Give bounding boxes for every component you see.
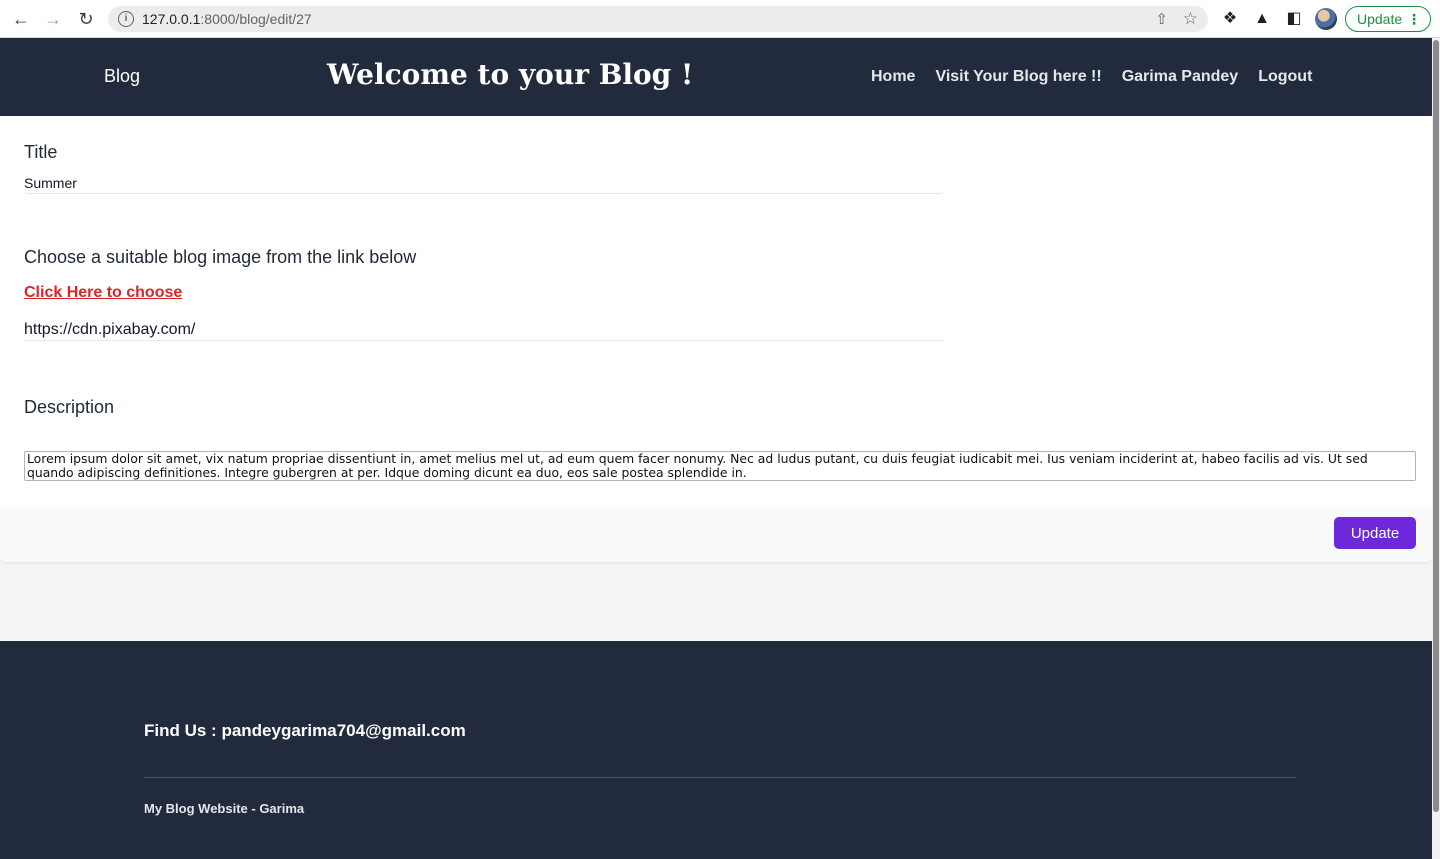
scrollbar-thumb[interactable] xyxy=(1433,40,1439,812)
nav-user-link[interactable]: Garima Pandey xyxy=(1122,68,1239,86)
page-title: Welcome to your Blog ! xyxy=(327,58,694,91)
browser-update-button[interactable]: Update ⋮ xyxy=(1345,6,1431,32)
title-label: Title xyxy=(24,142,58,162)
extensions-puzzle-icon[interactable]: ❖ xyxy=(1220,9,1240,29)
image-label: Choose a suitable blog image from the li… xyxy=(24,247,417,267)
site-info-icon[interactable]: i xyxy=(118,11,134,27)
edit-blog-form: Title Choose a suitable blog image from … xyxy=(0,116,1432,562)
address-bar[interactable]: i 127.0.0.1:8000/blog/edit/27 ⇧ ☆ xyxy=(108,6,1208,32)
image-url-input[interactable] xyxy=(24,319,944,341)
labs-flask-icon[interactable]: ▲ xyxy=(1252,9,1272,29)
brand-link[interactable]: Blog xyxy=(104,66,140,87)
forward-arrow-icon[interactable]: → xyxy=(42,8,64,30)
menu-kebab-icon: ⋮ xyxy=(1407,11,1421,27)
form-actions: Update xyxy=(0,505,1432,562)
nav-home-link[interactable]: Home xyxy=(871,68,915,86)
footer-copyright: My Blog Website - Garima xyxy=(144,801,305,816)
site-footer: Find Us : pandeygarima704@gmail.com My B… xyxy=(0,641,1432,859)
description-label: Description xyxy=(24,397,115,417)
main-nav: Home Visit Your Blog here !! Garima Pand… xyxy=(871,68,1312,86)
nav-visit-blog-link[interactable]: Visit Your Blog here !! xyxy=(935,68,1101,86)
side-panel-icon[interactable]: ◧ xyxy=(1284,9,1304,29)
nav-logout-link[interactable]: Logout xyxy=(1258,68,1312,86)
bookmark-star-icon[interactable]: ☆ xyxy=(1183,9,1198,29)
choose-image-link[interactable]: Click Here to choose xyxy=(24,284,182,302)
url-text: 127.0.0.1:8000/blog/edit/27 xyxy=(142,11,312,27)
title-input[interactable] xyxy=(24,172,944,194)
footer-divider xyxy=(144,777,1296,778)
profile-avatar[interactable] xyxy=(1315,8,1337,30)
update-button[interactable]: Update xyxy=(1334,517,1416,549)
browser-toolbar: ← → ↻ i 127.0.0.1:8000/blog/edit/27 ⇧ ☆ … xyxy=(0,0,1440,38)
page-scrollbar[interactable] xyxy=(1432,38,1440,859)
site-header: Blog Welcome to your Blog ! Home Visit Y… xyxy=(0,38,1440,116)
back-arrow-icon[interactable]: ← xyxy=(10,8,32,30)
url-host: 127.0.0.1 xyxy=(142,11,201,27)
reload-icon[interactable]: ↻ xyxy=(75,8,97,30)
description-textarea[interactable]: Lorem ipsum dolor sit amet, vix natum pr… xyxy=(24,451,1416,481)
share-icon[interactable]: ⇧ xyxy=(1155,10,1168,28)
contact-email: Find Us : pandeygarima704@gmail.com xyxy=(144,721,466,740)
browser-update-label: Update xyxy=(1357,11,1403,27)
url-path: :8000/blog/edit/27 xyxy=(200,11,312,27)
